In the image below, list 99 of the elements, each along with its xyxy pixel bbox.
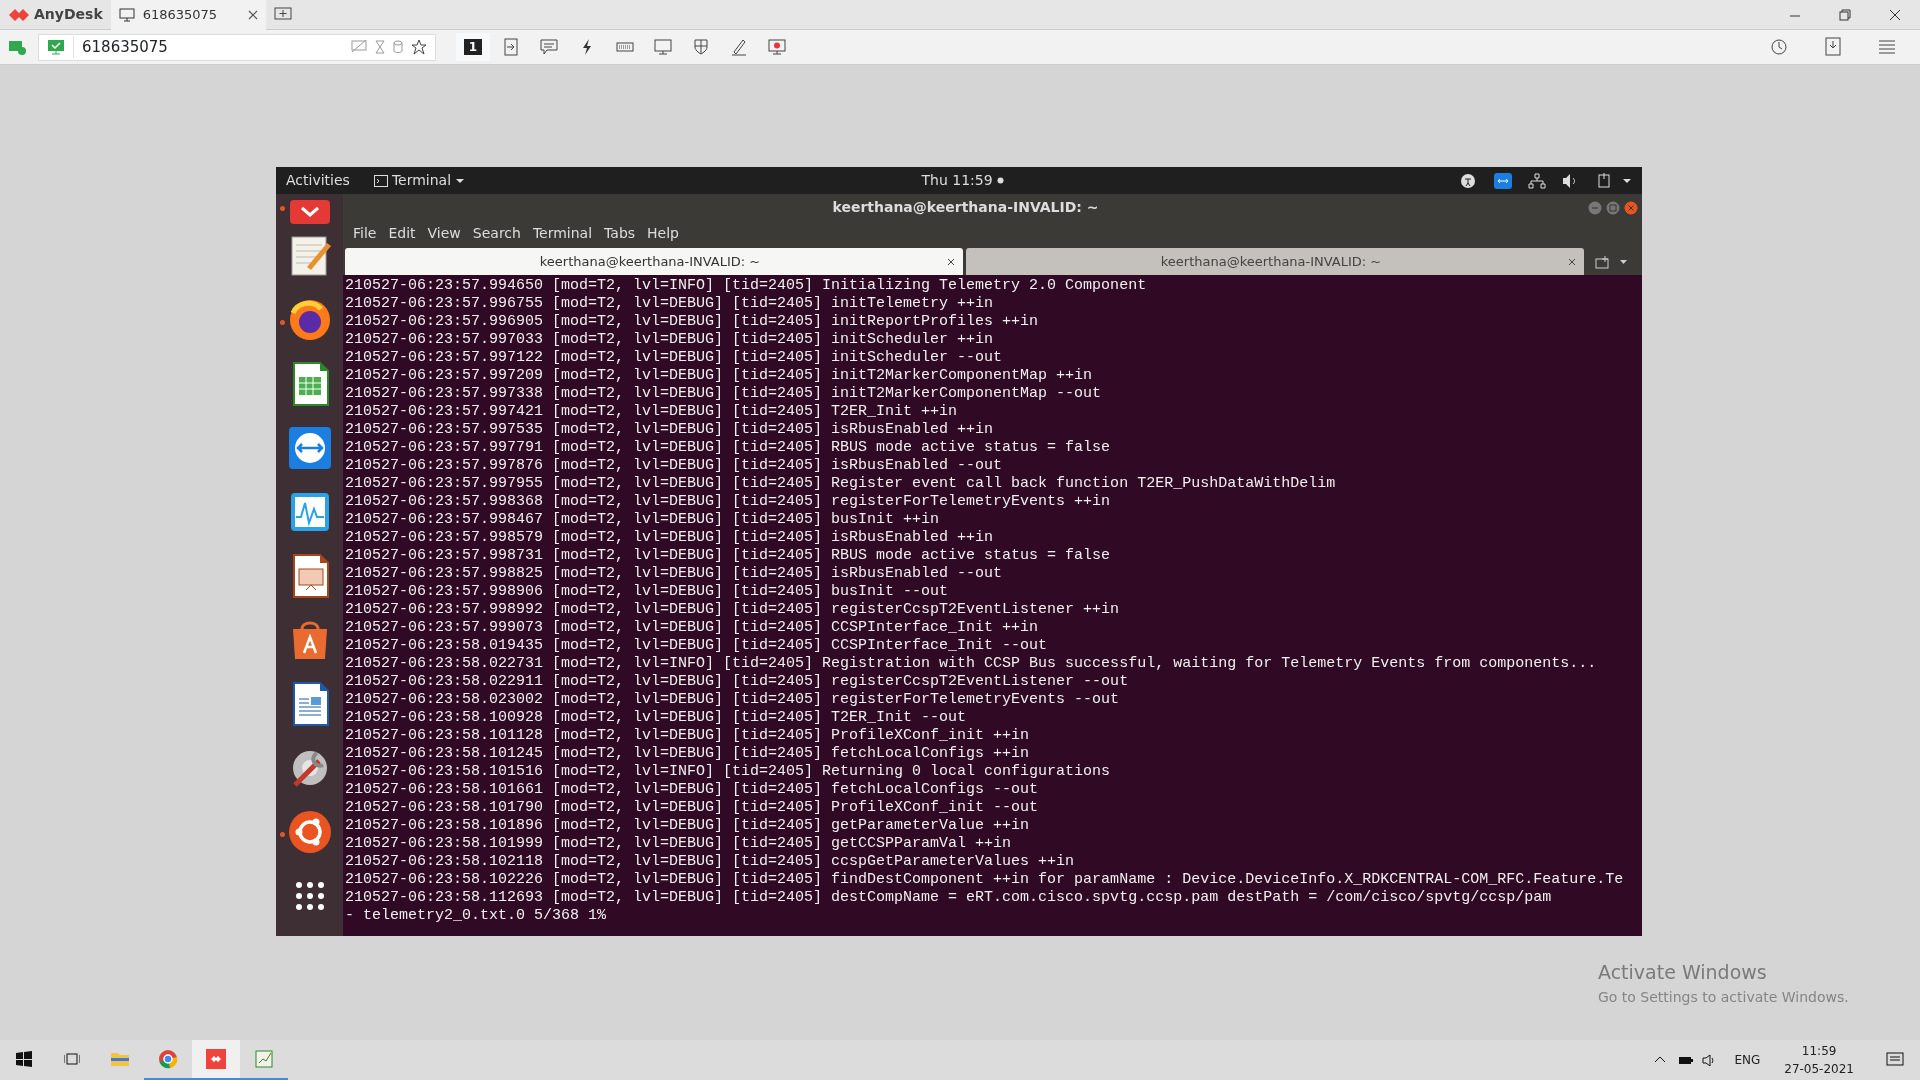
connection-status-icon	[8, 39, 26, 55]
terminal-line: 210527-06:23:58.023002 [mod=T2, lvl=DEBUG] [tid=2405] registerForTelemetryEvents --out	[345, 691, 1121, 709]
terminal-line: 210527-06:23:58.022911 [mod=T2, lvl=DEBUG] [tid=2405] registerCcspT2EventListener --out	[345, 673, 1130, 691]
terminal-line: 210527-06:23:57.999073 [mod=T2, lvl=DEBUG] [tid=2405] CCSPInterface_Init ++in	[345, 619, 1040, 637]
app-menu[interactable]: Terminal	[373, 170, 466, 191]
terminal-line: 210527-06:23:58.101661 [mod=T2, lvl=DEBUG] [tid=2405] fetchLocalConfigs --out	[345, 781, 1040, 799]
terminal-line: 210527-06:23:58.102118 [mod=T2, lvl=DEBUG] [tid=2405] ccspGetParameterValues ++in	[345, 853, 1076, 871]
network-icon[interactable]	[1528, 172, 1546, 189]
new-tab-icon[interactable]	[273, 7, 292, 23]
chrome-logo-icon	[158, 1049, 178, 1069]
language-indicator[interactable]: ENG	[1734, 1051, 1761, 1069]
battery-icon[interactable]	[1678, 1054, 1695, 1066]
terminal-line: 210527-06:23:57.998906 [mod=T2, lvl=DEBUG] [tid=2405] busInit --out	[345, 583, 950, 601]
display-number[interactable]: 1	[464, 39, 482, 55]
maximize-icon[interactable]	[1606, 200, 1620, 215]
terminal-line: 210527-06:23:57.998579 [mod=T2, lvl=DEBUG] [tid=2405] isRbusEnabled ++in	[345, 529, 995, 547]
close-icon[interactable]	[1568, 257, 1576, 266]
new-tab-icon[interactable]	[1595, 254, 1611, 269]
terminal-line: 210527-06:23:57.998368 [mod=T2, lvl=DEBUG] [tid=2405] registerForTelemetryEvents ++in	[345, 493, 1112, 511]
windows-logo-icon[interactable]	[16, 1051, 32, 1067]
activation-subtitle: Go to Settings to activate Windows.	[1598, 987, 1850, 1007]
terminal-line: 210527-06:23:57.997955 [mod=T2, lvl=DEBUG] [tid=2405] Register event call back function T2ER_PushDataWithDelim	[345, 475, 1337, 493]
terminal-line: 210527-06:23:57.997535 [mod=T2, lvl=DEBUG] [tid=2405] isRbusEnabled ++in	[345, 421, 995, 439]
close-icon[interactable]	[947, 257, 955, 266]
history-icon[interactable]	[1769, 37, 1789, 57]
star-icon[interactable]	[411, 39, 427, 55]
terminal-line: 210527-06:23:57.997338 [mod=T2, lvl=DEBUG] [tid=2405] initT2MarkerComponentMap --out	[345, 385, 1103, 403]
terminal-line: 210527-06:23:57.997421 [mod=T2, lvl=DEBUG] [tid=2405] T2ER_Init ++in	[345, 403, 959, 421]
terminal-line: 210527-06:23:57.997209 [mod=T2, lvl=DEBUG] [tid=2405] initT2MarkerComponentMap ++in	[345, 367, 1094, 385]
taskbar-time[interactable]: 11:59	[1801, 1042, 1837, 1060]
download-icon[interactable]	[1823, 37, 1843, 57]
terminal-line: - telemetry2_0.txt.0 5/368 1%	[345, 907, 608, 925]
address-text: 618635075	[73, 35, 343, 59]
notification-icon[interactable]	[1886, 1052, 1904, 1068]
taskbar-date[interactable]: 27-05-2021	[1784, 1060, 1854, 1078]
menu-item[interactable]: Edit	[382, 222, 422, 244]
terminal-line: 210527-06:23:57.996755 [mod=T2, lvl=DEBUG] [tid=2405] initTelemetry ++in	[345, 295, 995, 313]
monitor-icon	[118, 7, 135, 22]
cylinder-icon[interactable]	[393, 40, 403, 54]
activities-button[interactable]: Activities	[286, 170, 350, 191]
menu-item[interactable]: Help	[641, 222, 685, 244]
terminal-line: 210527-06:23:57.998825 [mod=T2, lvl=DEBUG] [tid=2405] isRbusEnabled --out	[345, 565, 1004, 583]
terminal-tab[interactable]: keerthana@keerthana-INVALID: ~	[966, 248, 1584, 275]
window-title: keerthana@keerthana-INVALID: ~	[832, 198, 1099, 217]
hourglass-icon[interactable]	[375, 40, 385, 54]
caret-icon[interactable]	[1619, 258, 1628, 265]
clock[interactable]: Thu 11:59	[921, 170, 1004, 191]
close-icon[interactable]	[1889, 8, 1901, 21]
terminal-tab[interactable]: keerthana@keerthana-INVALID: ~	[345, 248, 963, 275]
caret-icon[interactable]	[1622, 177, 1632, 184]
terminal-line: 210527-06:23:57.997876 [mod=T2, lvl=DEBUG] [tid=2405] isRbusEnabled --out	[345, 457, 1004, 475]
caret-icon	[455, 177, 466, 184]
record-icon[interactable]	[768, 38, 786, 56]
terminal-icon	[373, 174, 388, 187]
terminal-line: 210527-06:23:58.101128 [mod=T2, lvl=DEBUG] [tid=2405] ProfileXConf_init ++in	[345, 727, 1031, 745]
notepad-icon	[254, 1049, 274, 1069]
menu-item[interactable]: File	[347, 222, 383, 244]
remote-control-icon[interactable]	[1494, 172, 1512, 189]
app-name: AnyDesk	[34, 5, 103, 24]
session-tab[interactable]: 618635075	[110, 0, 266, 30]
terminal-line: 210527-06:23:57.997033 [mod=T2, lvl=DEBUG] [tid=2405] initScheduler ++in	[345, 331, 995, 349]
terminal-line: 210527-06:23:57.996905 [mod=T2, lvl=DEBUG] [tid=2405] initReportProfiles ++in	[345, 313, 1040, 331]
dot-icon	[996, 177, 1004, 184]
terminal-line: 210527-06:23:57.998992 [mod=T2, lvl=DEBUG] [tid=2405] registerCcspT2EventListener ++in	[345, 601, 1121, 619]
activation-title: Activate Windows	[1598, 960, 1768, 985]
terminal-line: 210527-06:23:58.019435 [mod=T2, lvl=DEBUG] [tid=2405] CCSPInterface_Init --out	[345, 637, 1049, 655]
terminal-line: 210527-06:23:58.102226 [mod=T2, lvl=DEBUG] [tid=2405] findDestComponent ++in for paramName : Device.DeviceInfo.X_RDKCENTRAL-COM_RFC.Feature.Te	[345, 871, 1625, 889]
close-icon[interactable]	[247, 9, 258, 20]
anydesk-logo-icon	[206, 1049, 226, 1069]
accessibility-icon[interactable]	[1460, 172, 1478, 189]
menu-item[interactable]: Search	[466, 222, 527, 244]
terminal-line: 210527-06:23:58.022731 [mod=T2, lvl=INFO] [tid=2405] Registration with CCSP Bus successful, waiting for Telemetry Events from components...	[345, 655, 1598, 673]
terminal-line: 210527-06:23:58.101896 [mod=T2, lvl=DEBUG] [tid=2405] getParameterValue ++in	[345, 817, 1031, 835]
monitor-check-icon	[47, 39, 65, 55]
terminal-line: 210527-06:23:57.997791 [mod=T2, lvl=DEBUG] [tid=2405] RBUS mode active status = false	[345, 439, 1112, 457]
taskbar-app[interactable]	[192, 1040, 240, 1080]
terminal-line: 210527-06:23:58.100928 [mod=T2, lvl=DEBUG] [tid=2405] T2ER_Init --out	[345, 709, 968, 727]
terminal-line: 210527-06:23:57.994650 [mod=T2, lvl=INFO] [tid=2405] Initializing Telemetry 2.0 Component	[345, 277, 1148, 295]
terminal-line: 210527-06:23:57.997122 [mod=T2, lvl=DEBUG] [tid=2405] initScheduler --out	[345, 349, 1004, 367]
terminal-line: 210527-06:23:58.101245 [mod=T2, lvl=DEBUG] [tid=2405] fetchLocalConfigs ++in	[345, 745, 1031, 763]
restore-icon[interactable]	[1839, 8, 1851, 21]
tab-label: 618635075	[142, 5, 219, 24]
chat-icon[interactable]	[540, 38, 558, 56]
terminal-line: 210527-06:23:57.998467 [mod=T2, lvl=DEBUG] [tid=2405] busInit ++in	[345, 511, 941, 529]
terminal-line: 210527-06:23:58.101790 [mod=T2, lvl=DEBUG] [tid=2405] ProfileXConf_init --out	[345, 799, 1040, 817]
task-view-icon[interactable]	[64, 1052, 80, 1066]
monitor-icon[interactable]	[654, 38, 672, 56]
terminal-line: 210527-06:23:58.101999 [mod=T2, lvl=DEBUG] [tid=2405] getCCSPParamVal ++in	[345, 835, 1013, 853]
shield-icon[interactable]	[692, 38, 710, 56]
menu-item[interactable]: View	[421, 222, 467, 244]
minimize-icon[interactable]	[1588, 200, 1602, 215]
terminal-line: 210527-06:23:57.998731 [mod=T2, lvl=DEBUG] [tid=2405] RBUS mode active status = false	[345, 547, 1112, 565]
terminal-line: 210527-06:23:58.112693 [mod=T2, lvl=DEBUG] [tid=2405] destCompName = eRT.com.cisco.spvtg.ccsp.pam destPath = /com/cisco/spvtg/ccsp/pam	[345, 889, 1553, 907]
terminal-line: 210527-06:23:58.101516 [mod=T2, lvl=INFO] [tid=2405] Returning 0 local configurations	[345, 763, 1112, 781]
menu-item[interactable]: Terminal	[526, 222, 599, 244]
pen-icon[interactable]	[730, 38, 748, 56]
address-field[interactable]: 618635075	[38, 33, 436, 61]
switch-icon[interactable]	[502, 38, 520, 56]
menu-item[interactable]: Tabs	[598, 222, 642, 244]
